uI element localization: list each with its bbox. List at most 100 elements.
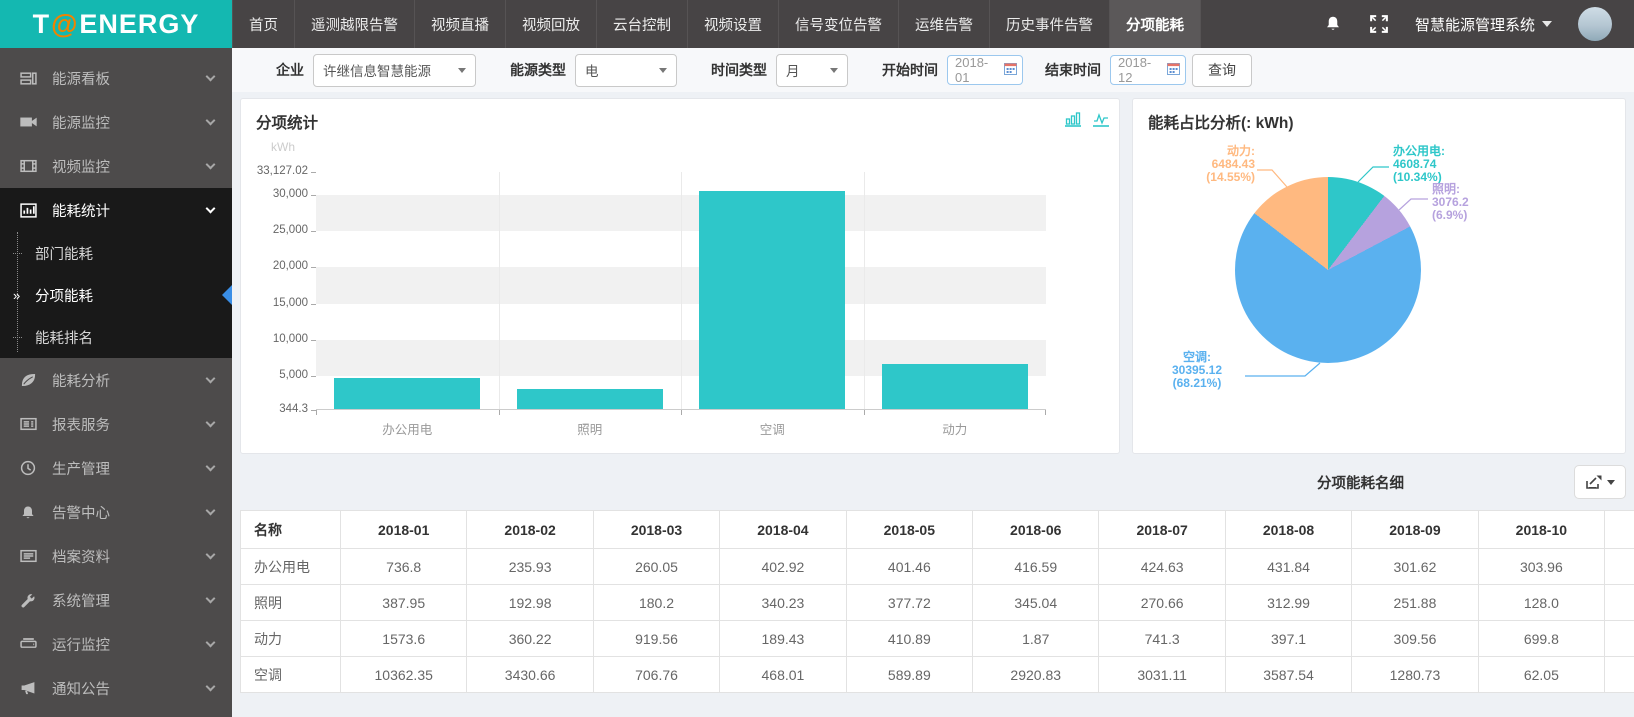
- sidebar-group-item[interactable]: 告警中心: [0, 490, 232, 534]
- row-name-cell: 照明: [241, 585, 341, 621]
- y-axis-tick-label: 25,000: [238, 224, 308, 236]
- value-cell: 2920.83: [973, 657, 1099, 693]
- top-nav-item[interactable]: 遥测越限告警: [295, 0, 415, 48]
- top-nav-item[interactable]: 云台控制: [597, 0, 688, 48]
- sidebar-group-item[interactable]: 能源监控: [0, 100, 232, 144]
- value-cell: 1573.6: [341, 621, 467, 657]
- active-submenu-marker: [222, 285, 232, 305]
- y-axis-tick-label: 20,000: [238, 260, 308, 272]
- top-nav-item[interactable]: 视频直播: [415, 0, 506, 48]
- row-name-cell: 动力: [241, 621, 341, 657]
- value-cell: 706.76: [593, 657, 719, 693]
- line-toggle-icon[interactable]: [1093, 111, 1109, 127]
- pie-slice-label: 办公用电:4608.74(10.34%): [1393, 145, 1483, 184]
- top-nav-item[interactable]: 运维告警: [899, 0, 990, 48]
- top-nav-item[interactable]: 信号变位告警: [779, 0, 899, 48]
- end-time-input[interactable]: 2018-12: [1110, 55, 1186, 85]
- top-nav-item[interactable]: 视频设置: [688, 0, 779, 48]
- sidebar-group-item[interactable]: 系统管理: [0, 578, 232, 622]
- value-cell: 180.2: [593, 585, 719, 621]
- grid-vline: [864, 172, 865, 409]
- pie-slice-label: 空调:30395.12(68.21%): [1153, 351, 1241, 390]
- table-column-header: 2018-11: [1605, 511, 1634, 549]
- calendar-icon[interactable]: [1004, 62, 1017, 78]
- fullscreen-icon[interactable]: [1369, 14, 1389, 34]
- top-nav-item[interactable]: 分项能耗: [1110, 0, 1201, 48]
- top-nav: 首页遥测越限告警视频直播视频回放云台控制视频设置信号变位告警运维告警历史事件告警…: [232, 0, 1201, 48]
- export-button[interactable]: [1574, 465, 1626, 499]
- value-cell: 410.89: [846, 621, 972, 657]
- time-type-select[interactable]: 月: [776, 54, 848, 87]
- chevron-down-icon: [206, 115, 216, 125]
- company-select[interactable]: 许继信息智慧能源: [313, 54, 476, 87]
- sidebar-group-item[interactable]: 运行监控: [0, 622, 232, 666]
- table-column-header: 2018-08: [1225, 511, 1351, 549]
- energy-type-select-value: 电: [585, 60, 599, 80]
- avatar[interactable]: [1578, 7, 1612, 41]
- value-cell: 3031.11: [1099, 657, 1225, 693]
- chevron-down-icon: [206, 461, 216, 471]
- y-axis-tick: [311, 195, 316, 196]
- value-cell: 3587.54: [1225, 657, 1351, 693]
- sidebar-group-active[interactable]: 能耗统计: [0, 188, 232, 232]
- value-cell: 345.04: [973, 585, 1099, 621]
- calendar-icon[interactable]: [1167, 62, 1180, 78]
- y-axis-tick-label: 15,000: [238, 297, 308, 309]
- sidebar-group-label: 能耗分析: [52, 370, 207, 391]
- tree-dash-icon: [13, 246, 35, 260]
- start-time-input[interactable]: 2018-01: [947, 55, 1023, 85]
- top-nav-item[interactable]: 视频回放: [506, 0, 597, 48]
- sidebar-group-label: 视频监控: [52, 156, 207, 177]
- time-type-select-value: 月: [786, 60, 800, 80]
- bar-toggle-icon[interactable]: [1065, 111, 1081, 127]
- x-axis-category-label: 办公用电: [316, 419, 499, 438]
- value-cell: 1280.73: [1352, 657, 1478, 693]
- sidebar-group-item[interactable]: 报表服务: [0, 402, 232, 446]
- sidebar-group-item[interactable]: 档案资料: [0, 534, 232, 578]
- chevron-down-icon: [206, 681, 216, 691]
- sidebar-group-item[interactable]: 能耗分析: [0, 358, 232, 402]
- brand-logo[interactable]: T@ENERGY: [0, 0, 232, 48]
- system-menu[interactable]: 智慧能源管理系统: [1415, 14, 1552, 35]
- pie-chart-stage: 办公用电:4608.74(10.34%)照明:3076.2(6.9%)空调:30…: [1133, 99, 1625, 453]
- value-cell: 1545.35: [1605, 657, 1634, 693]
- tree-dash-icon: [13, 330, 35, 344]
- chevron-down-icon: [206, 637, 216, 647]
- sidebar-subitem[interactable]: 能耗排名: [0, 316, 232, 358]
- value-cell: 235.93: [467, 549, 593, 585]
- top-nav-item[interactable]: 历史事件告警: [990, 0, 1110, 48]
- sidebar-group-label: 告警中心: [52, 502, 207, 523]
- sidebar-group-item[interactable]: 生产管理: [0, 446, 232, 490]
- energy-type-select[interactable]: 电: [575, 54, 677, 87]
- chevron-down-icon: [206, 593, 216, 603]
- hdd-icon: [20, 636, 38, 652]
- top-nav-item[interactable]: 首页: [232, 0, 295, 48]
- active-item-arrows-icon: »: [13, 288, 35, 303]
- sidebar-subitem[interactable]: »分项能耗: [0, 274, 232, 316]
- value-cell: 919.56: [593, 621, 719, 657]
- x-axis-tick: [1045, 410, 1046, 415]
- chart-toolbox: [1065, 111, 1109, 127]
- table-column-header: 2018-02: [467, 511, 593, 549]
- sidebar-group-item[interactable]: 视频监控: [0, 144, 232, 188]
- caret-down-icon: [1542, 21, 1552, 27]
- sidebar-subitem-label: 部门能耗: [35, 243, 93, 264]
- value-cell: 10362.35: [341, 657, 467, 693]
- sidebar-subitem[interactable]: 部门能耗: [0, 232, 232, 274]
- filter-bar: 企业 许继信息智慧能源 能源类型 电 时间类型 月: [232, 48, 1634, 92]
- start-time-label: 开始时间: [882, 60, 938, 80]
- grid-vline: [499, 172, 500, 409]
- dashboard-icon: [20, 70, 38, 86]
- sidebar-group-item[interactable]: 通知公告: [0, 666, 232, 710]
- bell-icon[interactable]: [1323, 14, 1343, 34]
- value-cell: 589.89: [846, 657, 972, 693]
- value-cell: 699.8: [1478, 621, 1604, 657]
- value-cell: 741.3: [1099, 621, 1225, 657]
- query-button[interactable]: 查询: [1192, 54, 1252, 87]
- energy-type-label: 能源类型: [510, 60, 566, 80]
- value-cell: 270.66: [1099, 585, 1225, 621]
- sidebar-group-item[interactable]: 能源看板: [0, 56, 232, 100]
- table-toolbar: 分项能耗名细: [232, 454, 1634, 510]
- y-axis-tick: [311, 231, 316, 232]
- bar-chart-icon: [20, 202, 38, 218]
